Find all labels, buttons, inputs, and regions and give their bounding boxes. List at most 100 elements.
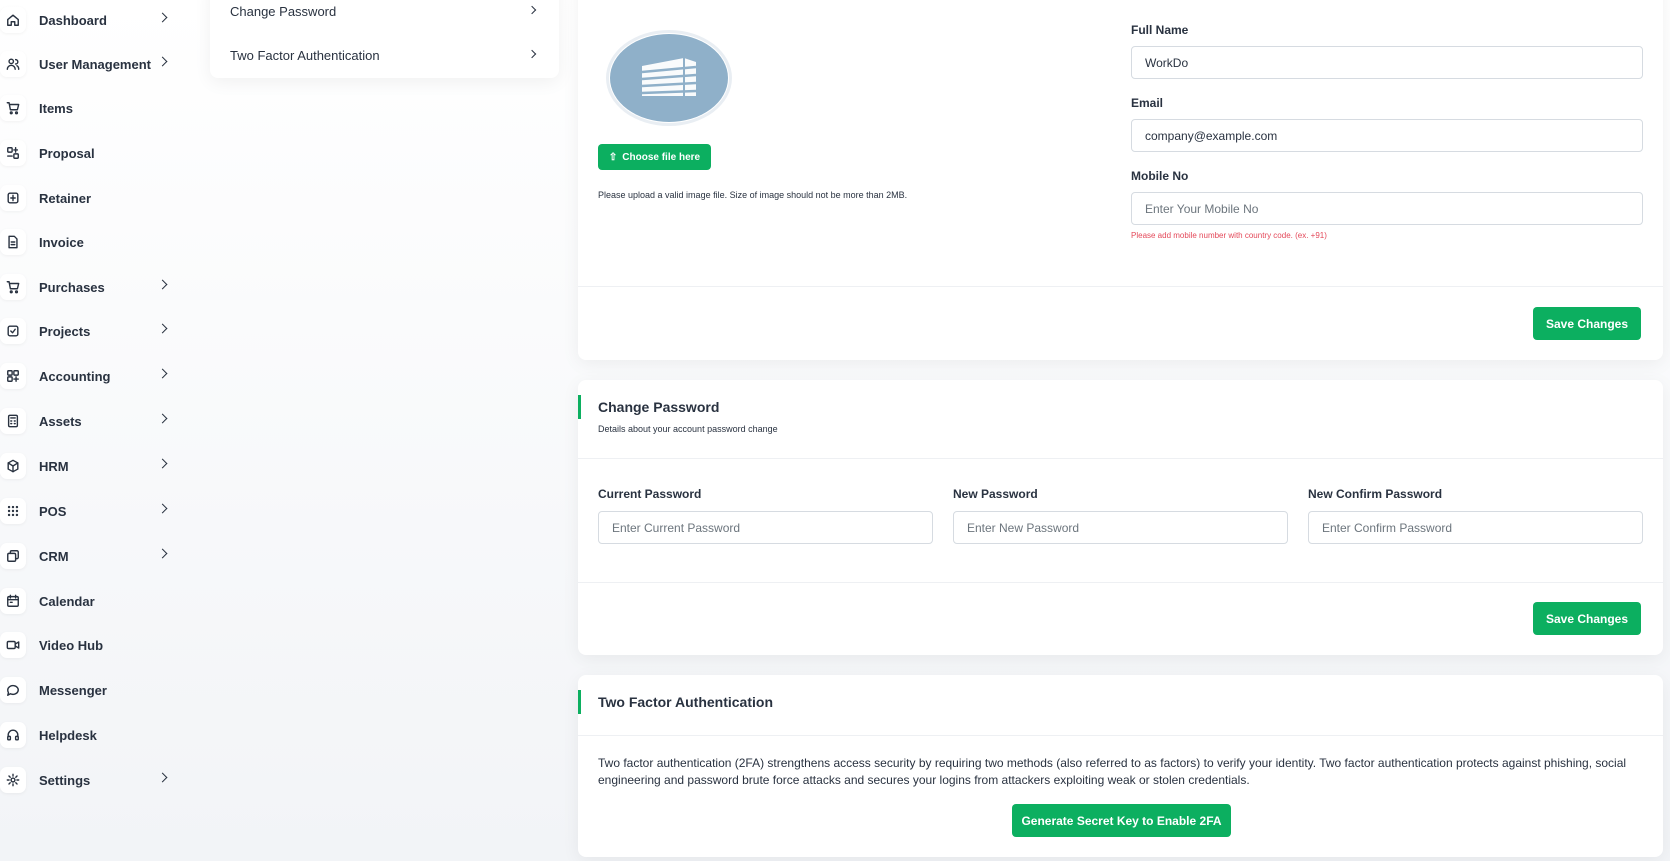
- sidebar-item-calendar[interactable]: Calendar: [0, 581, 175, 621]
- change-password-title: Change Password: [598, 399, 720, 415]
- gear-icon: [0, 767, 26, 793]
- settings-menu-label: Two Factor Authentication: [230, 47, 380, 63]
- new-password-label: New Password: [953, 487, 1038, 501]
- divider: [578, 582, 1663, 583]
- upload-note: Please upload a valid image file. Size o…: [598, 190, 908, 200]
- chevron-right-icon: [157, 323, 168, 334]
- personal-info-card: ⇧ Choose file here Please upload a valid…: [578, 0, 1663, 360]
- sidebar-item-items[interactable]: Items: [0, 88, 175, 128]
- save-password-button[interactable]: Save Changes: [1533, 602, 1641, 635]
- layers-icon: [0, 543, 26, 569]
- full-name-input[interactable]: [1131, 46, 1643, 79]
- current-password-label: Current Password: [598, 487, 702, 501]
- sidebar-item-label: Calendar: [39, 593, 95, 609]
- grid-plus-icon: [0, 363, 26, 389]
- sidebar-item-label: Invoice: [39, 234, 84, 250]
- settings-menu-change-password[interactable]: Change Password: [230, 0, 540, 31]
- choose-file-button[interactable]: ⇧ Choose file here: [598, 144, 711, 170]
- settings-submenu: Change Password Two Factor Authenticatio…: [210, 0, 559, 78]
- sidebar-item-label: Retainer: [39, 190, 92, 206]
- sidebar-item-user-management[interactable]: User Management: [0, 44, 175, 84]
- proposal-icon: [0, 140, 26, 166]
- title-accent-bar: [578, 395, 581, 419]
- sidebar-item-crm[interactable]: CRM: [0, 536, 175, 576]
- sidebar-item-label: Projects: [39, 323, 91, 339]
- chevron-right-icon: [157, 548, 168, 559]
- generate-2fa-key-button[interactable]: Generate Secret Key to Enable 2FA: [1012, 804, 1231, 837]
- retainer-icon: [0, 185, 26, 211]
- checkbox-icon: [0, 318, 26, 344]
- settings-menu-two-factor[interactable]: Two Factor Authentication: [230, 35, 540, 75]
- current-password-input[interactable]: [598, 511, 933, 544]
- confirm-password-label: New Confirm Password: [1308, 487, 1443, 501]
- sidebar-item-label: Helpdesk: [39, 727, 97, 743]
- home-icon: [0, 7, 26, 33]
- sidebar-item-label: Proposal: [39, 145, 95, 161]
- chevron-right-icon: [157, 56, 168, 67]
- sidebar-item-label: Video Hub: [39, 637, 104, 653]
- headphones-icon: [0, 722, 26, 748]
- building-logo-icon: [610, 34, 728, 122]
- sidebar-item-label: Messenger: [39, 682, 107, 698]
- sidebar-item-helpdesk[interactable]: Helpdesk: [0, 715, 175, 755]
- calendar-icon: [0, 588, 26, 614]
- choose-file-label: Choose file here: [622, 151, 701, 163]
- dots-grid-icon: [0, 498, 26, 524]
- sidebar-item-label: Settings: [39, 772, 91, 788]
- avatar: [606, 30, 732, 126]
- title-accent-bar: [578, 690, 581, 714]
- sidebar-item-accounting[interactable]: Accounting: [0, 356, 175, 396]
- confirm-password-input[interactable]: [1308, 511, 1643, 544]
- sidebar-item-label: Accounting: [39, 368, 111, 384]
- two-factor-description: Two factor authentication (2FA) strength…: [598, 756, 1627, 787]
- mobile-label: Mobile No: [1131, 169, 1189, 183]
- sidebar-item-video-hub[interactable]: Video Hub: [0, 625, 175, 665]
- cart-icon: [0, 95, 26, 121]
- sidebar-item-label: Items: [39, 100, 73, 116]
- sidebar-item-label: POS: [39, 503, 67, 519]
- cube-icon: [0, 453, 26, 479]
- email-input[interactable]: [1131, 119, 1643, 152]
- change-password-subtitle: Details about your account password chan…: [598, 424, 778, 434]
- invoice-icon: [0, 229, 26, 255]
- sidebar-item-projects[interactable]: Projects: [0, 311, 175, 351]
- chevron-right-icon: [157, 503, 168, 514]
- sidebar-item-hrm[interactable]: HRM: [0, 446, 175, 486]
- sidebar-item-proposal[interactable]: Proposal: [0, 133, 175, 173]
- calculator-icon: [0, 408, 26, 434]
- sidebar-item-retainer[interactable]: Retainer: [0, 178, 175, 218]
- new-password-input[interactable]: [953, 511, 1288, 544]
- two-factor-card: Two Factor Authentication Two factor aut…: [578, 675, 1663, 857]
- sidebar-item-label: User Management: [39, 56, 151, 72]
- sidebar-item-pos[interactable]: POS: [0, 491, 175, 531]
- chevron-right-icon: [157, 12, 168, 23]
- chevron-right-icon: [527, 5, 537, 15]
- divider: [578, 286, 1663, 287]
- chat-icon: [0, 677, 26, 703]
- sidebar-item-messenger[interactable]: Messenger: [0, 670, 175, 710]
- sidebar-item-settings[interactable]: Settings: [0, 760, 175, 800]
- chevron-right-icon: [157, 772, 168, 783]
- video-icon: [0, 632, 26, 658]
- chevron-right-icon: [527, 49, 537, 59]
- sidebar: Dashboard User Management Items Proposal…: [0, 0, 200, 861]
- sidebar-item-purchases[interactable]: Purchases: [0, 267, 175, 307]
- chevron-right-icon: [157, 368, 168, 379]
- mobile-hint: Please add mobile number with country co…: [1131, 231, 1327, 240]
- sidebar-item-assets[interactable]: Assets: [0, 401, 175, 441]
- save-profile-button[interactable]: Save Changes: [1533, 307, 1641, 340]
- mobile-input[interactable]: [1131, 192, 1643, 225]
- upload-icon: ⇧: [608, 151, 618, 163]
- sidebar-item-invoice[interactable]: Invoice: [0, 222, 175, 262]
- change-password-card: Change Password Details about your accou…: [578, 380, 1663, 655]
- two-factor-title: Two Factor Authentication: [598, 694, 773, 710]
- cart-icon: [0, 274, 26, 300]
- sidebar-item-label: Assets: [39, 413, 82, 429]
- divider: [578, 735, 1663, 736]
- sidebar-item-dashboard[interactable]: Dashboard: [0, 0, 175, 40]
- chevron-right-icon: [157, 413, 168, 424]
- email-label: Email: [1131, 96, 1164, 110]
- sidebar-item-label: HRM: [39, 458, 69, 474]
- chevron-right-icon: [157, 279, 168, 290]
- full-name-label: Full Name: [1131, 23, 1189, 37]
